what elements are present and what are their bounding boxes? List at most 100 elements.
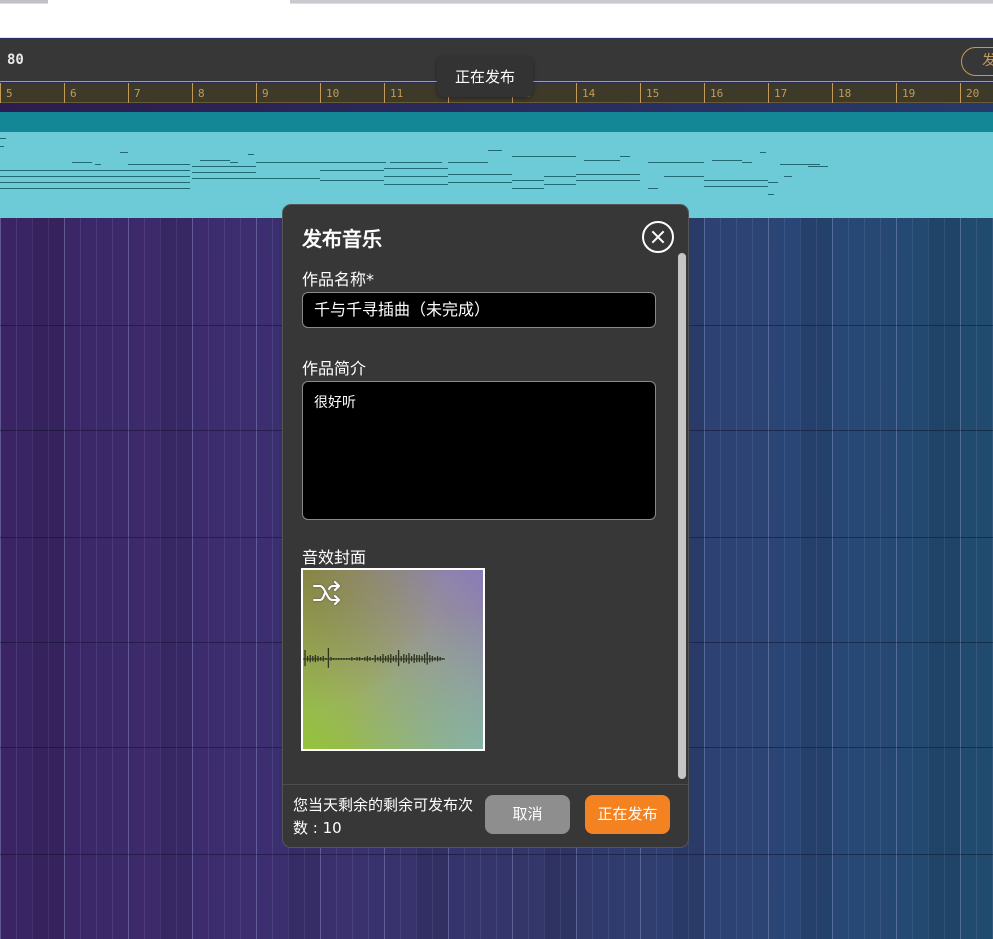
grid-shade-band	[928, 218, 960, 939]
track-note-line	[584, 160, 620, 161]
track-note-line	[0, 188, 190, 189]
browser-toolbar	[0, 4, 993, 38]
grid-column-line	[112, 218, 113, 939]
grid-column-line	[0, 218, 1, 939]
ruler-tick	[896, 83, 897, 103]
tempo-value[interactable]: 80	[7, 52, 24, 68]
track-note-line	[0, 146, 4, 147]
work-description-textarea[interactable]: 很好听	[302, 381, 656, 520]
track-note-line	[664, 176, 704, 177]
dialog-scrollbar[interactable]	[678, 253, 686, 779]
track-note-line	[120, 152, 128, 153]
cover-label: 音效封面	[302, 548, 367, 567]
track-note-line	[256, 162, 316, 163]
track-note-line	[0, 170, 190, 171]
grid-shade-band	[32, 218, 64, 939]
ruler-tick	[320, 83, 321, 103]
track-note-line	[200, 160, 230, 161]
grid-row-line	[0, 854, 993, 855]
track-note-line	[704, 180, 768, 181]
track-note-line	[448, 182, 512, 183]
ruler-label: 17	[774, 87, 788, 100]
track-note-line	[0, 176, 190, 177]
cancel-button[interactable]: 取消	[485, 795, 570, 834]
track-note-line	[192, 172, 256, 173]
ruler-label: 16	[710, 87, 724, 100]
top-publish-button[interactable]: 发布	[961, 47, 993, 76]
ruler-tick	[768, 83, 769, 103]
ruler-label: 10	[326, 87, 340, 100]
ruler-tick	[384, 83, 385, 103]
publish-button[interactable]: 正在发布	[585, 795, 670, 834]
track-note-line	[648, 162, 704, 163]
grid-column-line	[64, 218, 65, 939]
track-note-line	[712, 160, 742, 161]
grid-column-line	[80, 218, 81, 939]
browser-tab[interactable]	[290, 0, 993, 3]
grid-column-line	[912, 218, 913, 939]
track-note-line	[320, 170, 384, 171]
grid-column-line	[224, 218, 225, 939]
ruler-tick	[256, 83, 257, 103]
grid-column-line	[832, 218, 833, 939]
timeline-band	[0, 103, 993, 112]
grid-column-line	[144, 218, 145, 939]
track-note-line	[768, 194, 774, 195]
cover-image[interactable]	[301, 568, 485, 751]
track-note-line	[488, 150, 502, 151]
track-note-line	[512, 156, 576, 157]
track-note-line	[128, 164, 190, 165]
track-note-line	[512, 180, 544, 181]
ruler-tick	[0, 83, 1, 103]
grid-column-line	[208, 218, 209, 939]
ruler-tick	[704, 83, 705, 103]
track-note-line	[512, 188, 544, 189]
track-note-line	[544, 176, 576, 177]
track-header[interactable]	[0, 112, 993, 132]
grid-column-line	[240, 218, 241, 939]
grid-shade-band	[800, 218, 832, 939]
grid-column-line	[960, 218, 961, 939]
publish-music-dialog: 发布音乐 作品名称* 千与千寻插曲（未完成） 作品简介 很好听 音效封面 您当天…	[282, 204, 689, 848]
grid-column-line	[768, 218, 769, 939]
browser-tab[interactable]	[0, 0, 48, 3]
ruler-label: 7	[134, 87, 141, 100]
grid-column-line	[752, 218, 753, 939]
track-note-line	[384, 176, 448, 177]
track-note-line	[320, 180, 384, 181]
grid-column-line	[976, 218, 977, 939]
ruler-tick	[64, 83, 65, 103]
track-note-line	[0, 182, 190, 183]
grid-column-line	[128, 218, 129, 939]
track-note-line	[95, 164, 101, 165]
track-note-line	[544, 184, 576, 185]
ruler-label: 9	[262, 87, 269, 100]
track-note-line	[742, 162, 752, 163]
track-note-line	[780, 164, 820, 165]
track-note-line	[704, 186, 768, 187]
track-note-line	[576, 180, 640, 181]
track-note-line	[768, 182, 778, 183]
grid-column-line	[16, 218, 17, 939]
grid-column-line	[880, 218, 881, 939]
ruler-tick	[832, 83, 833, 103]
grid-column-line	[736, 218, 737, 939]
ruler-tick	[192, 83, 193, 103]
shuffle-icon[interactable]	[312, 580, 342, 606]
track-note-line	[316, 162, 386, 163]
dialog-title: 发布音乐	[302, 227, 382, 251]
grid-shade-band	[160, 218, 192, 939]
track-note-line	[430, 162, 442, 163]
close-icon[interactable]	[642, 221, 674, 253]
work-name-input[interactable]: 千与千寻插曲（未完成）	[302, 292, 656, 328]
track-note-line	[760, 152, 766, 153]
footer-divider	[283, 784, 688, 785]
grid-column-line	[704, 218, 705, 939]
ruler-label: 19	[902, 87, 916, 100]
track-note-line	[192, 178, 320, 179]
ruler-tick	[128, 83, 129, 103]
track-note-line	[390, 162, 430, 163]
ruler-tick	[576, 83, 577, 103]
grid-column-line	[720, 218, 721, 939]
track-note-line	[620, 156, 630, 157]
